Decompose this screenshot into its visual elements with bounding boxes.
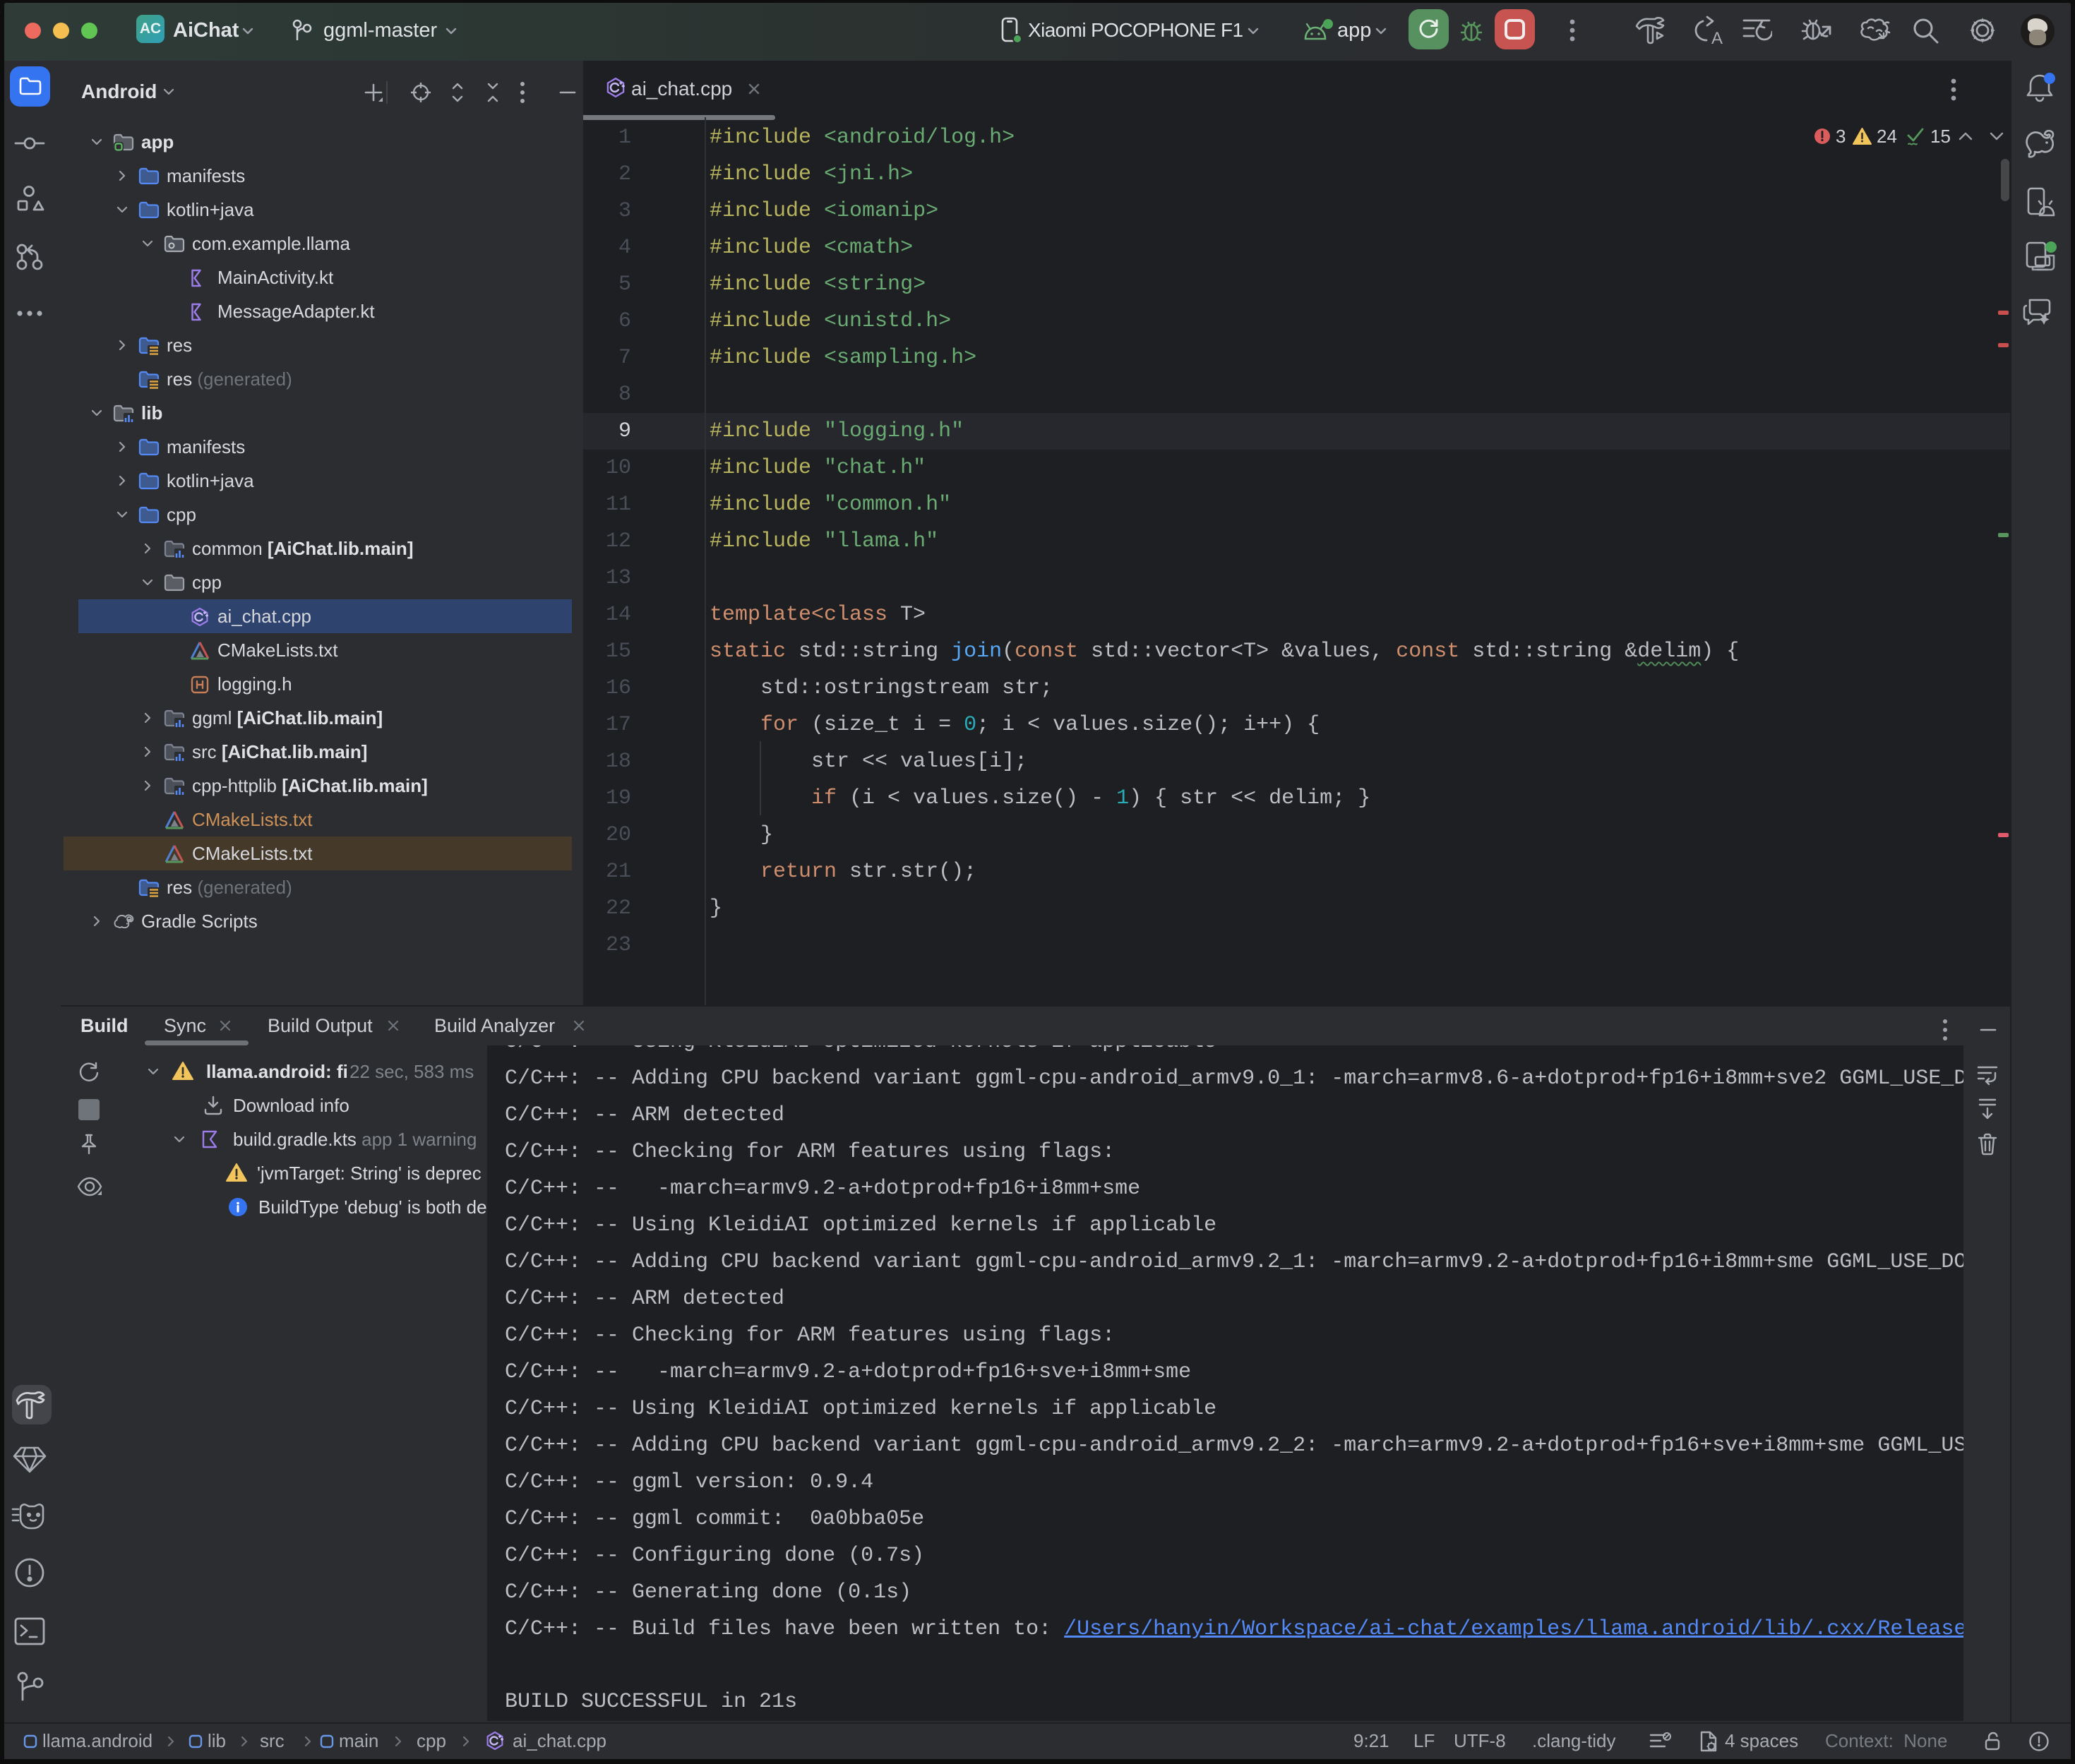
svg-text:A: A	[1711, 29, 1723, 45]
